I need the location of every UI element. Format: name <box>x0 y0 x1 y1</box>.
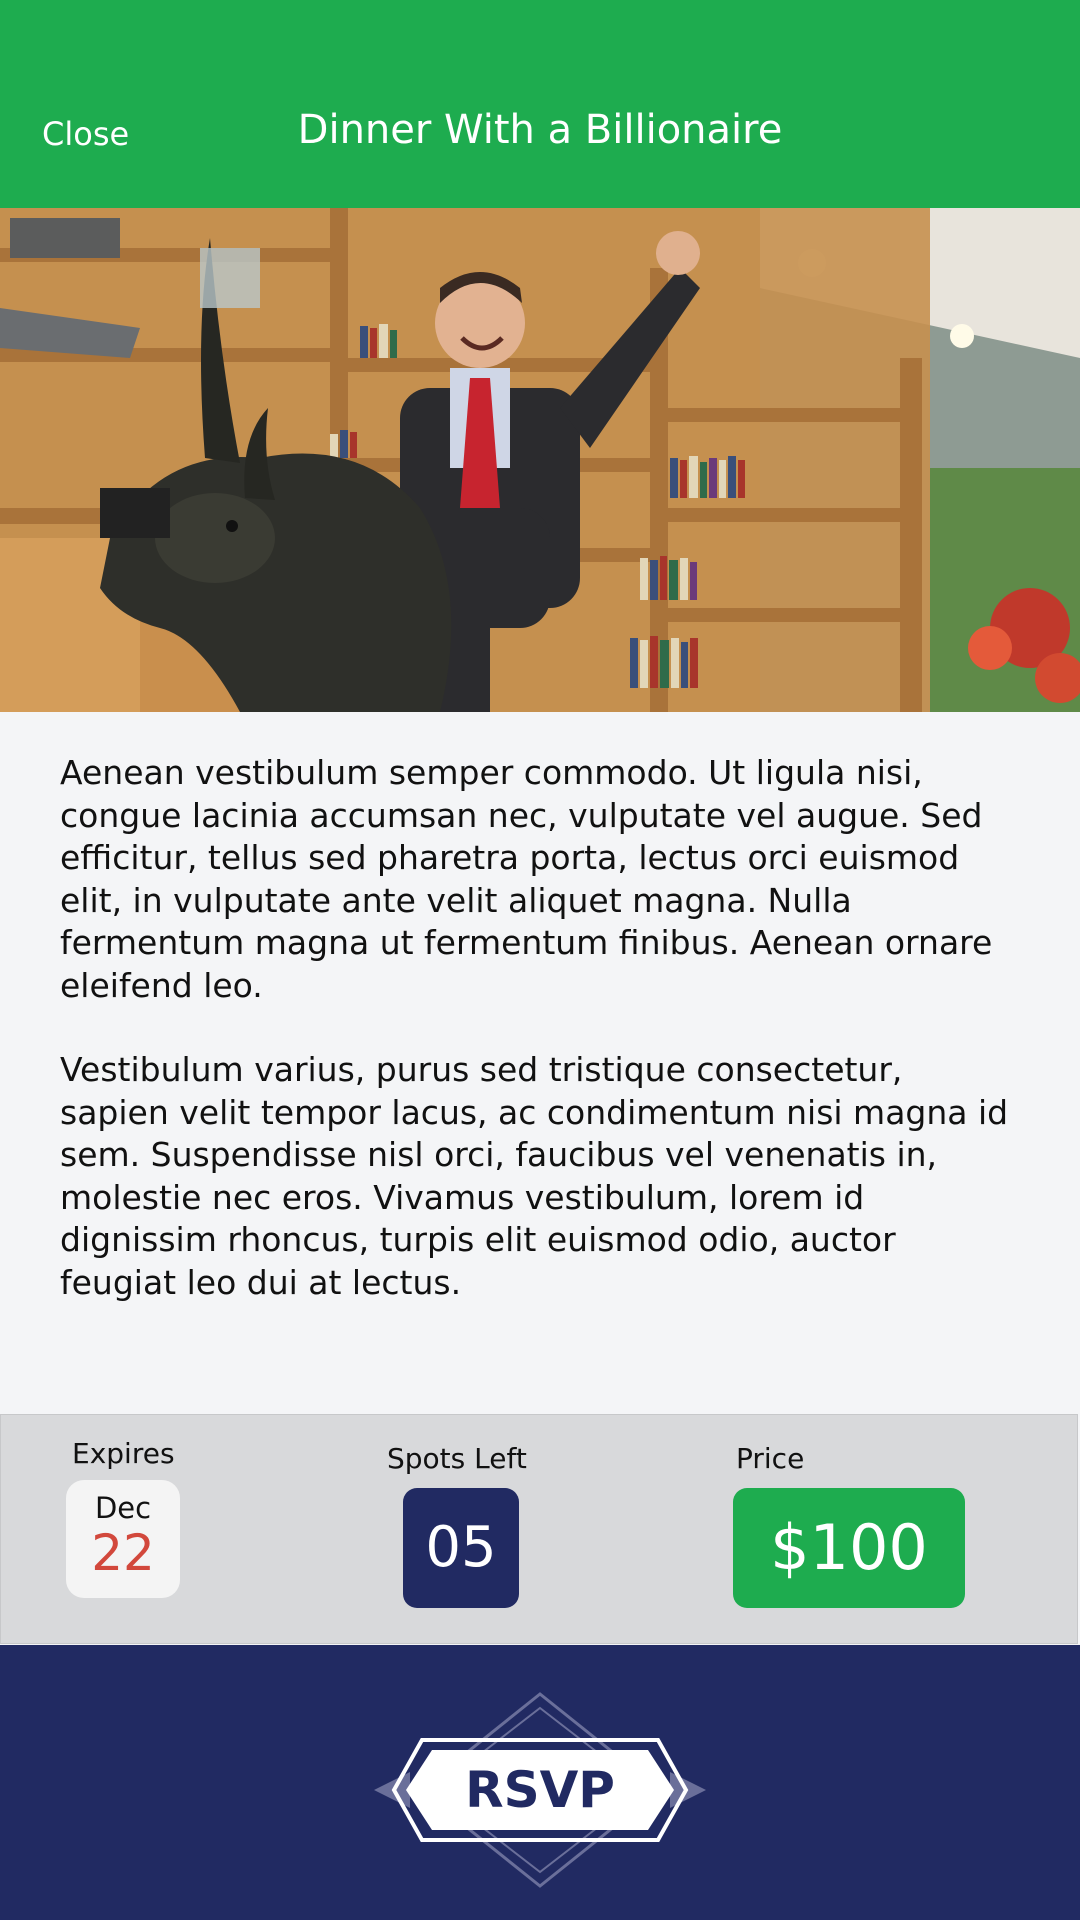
header-bar: Close Dinner With a Billionaire <box>0 0 1080 208</box>
rsvp-label: RSVP <box>465 1761 615 1819</box>
rsvp-button[interactable]: RSVP <box>370 1690 710 1890</box>
expires-label: Expires <box>72 1437 175 1470</box>
footer-bar: RSVP <box>0 1645 1080 1920</box>
price-label: Price <box>736 1442 805 1475</box>
expiry-day: 22 <box>91 1524 155 1582</box>
description-paragraph: Aenean vestibulum semper commodo. Ut lig… <box>60 753 993 1005</box>
description-paragraph: Vestibulum varius, purus sed tristique c… <box>60 1050 1009 1302</box>
price-value: $100 <box>733 1488 965 1608</box>
hero-image <box>0 208 1080 712</box>
expiry-month: Dec <box>94 1491 152 1525</box>
expiry-date-card: Dec 22 <box>66 1480 180 1598</box>
page-title: Dinner With a Billionaire <box>297 107 783 153</box>
description: Aenean vestibulum semper commodo. Ut lig… <box>60 752 1020 1346</box>
spots-left-value: 05 <box>403 1488 519 1608</box>
spots-left-label: Spots Left <box>387 1442 527 1475</box>
